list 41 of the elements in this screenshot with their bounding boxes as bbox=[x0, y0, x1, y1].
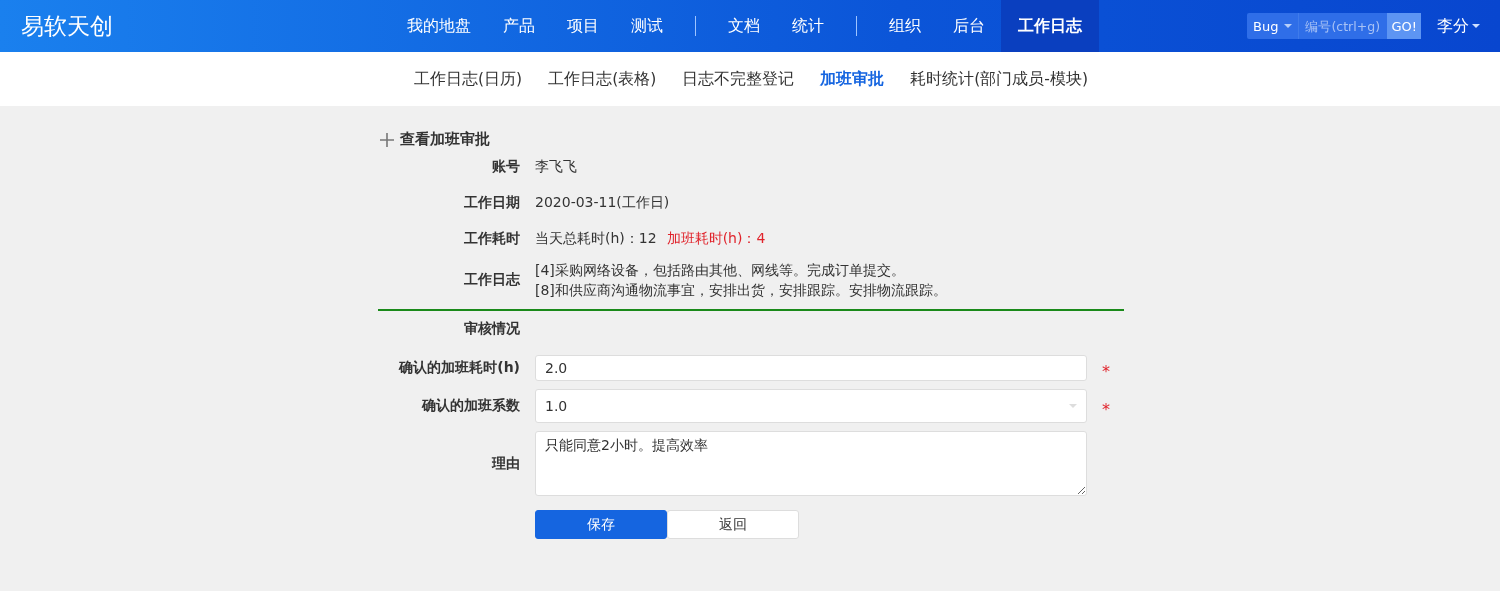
field-label: 确认的加班系数 bbox=[420, 397, 520, 415]
search-field[interactable]: 编号(ctrl+g) bbox=[1299, 13, 1388, 39]
subnav-tab[interactable]: 工作日志(日历) bbox=[414, 68, 523, 90]
subnav-tab[interactable]: 加班审批 bbox=[820, 68, 885, 90]
save-button[interactable]: 保存 bbox=[535, 510, 667, 539]
nav-tab[interactable]: 文档 bbox=[712, 0, 776, 52]
log-entry: [8]和供应商沟通物流事宜，安排出货，安排跟踪。安排物流跟踪。 bbox=[535, 281, 948, 300]
field-label: 理由 bbox=[490, 454, 520, 473]
input-field[interactable]: 2.0 bbox=[535, 355, 1087, 381]
field-label: 工作耗时 bbox=[463, 230, 520, 248]
nav-tab[interactable]: 产品 bbox=[487, 0, 551, 52]
required-mark: * bbox=[1102, 398, 1111, 419]
app-logo[interactable]: 易软天创 bbox=[21, 10, 391, 42]
reason-field[interactable]: 只能同意2小时。提高效率 bbox=[535, 431, 1087, 496]
required-mark: * bbox=[1102, 360, 1111, 381]
nav-tab[interactable]: 我的地盘 bbox=[391, 0, 487, 52]
type-dropdown[interactable]: Bug bbox=[1247, 13, 1300, 39]
nav-tab[interactable]: 测试 bbox=[615, 0, 679, 52]
log-entry: [4]采购网络设备，包括路由其他、网线等。完成订单提交。 bbox=[535, 261, 906, 280]
nav-tab[interactable]: 项目 bbox=[551, 0, 615, 52]
field-value: 当天总耗时(h)：12 bbox=[535, 230, 657, 246]
nav-tab[interactable]: 组织 bbox=[873, 0, 937, 52]
field-label: 确认的加班耗时(h) bbox=[397, 359, 520, 377]
subnav-tab[interactable]: 工作日志(表格) bbox=[548, 68, 657, 90]
nav-tab[interactable]: 工作日志 bbox=[1001, 0, 1099, 52]
field-label: 账号 bbox=[491, 158, 520, 176]
panel-title: 查看加班审批 bbox=[400, 130, 490, 149]
subnav-tab[interactable]: 日志不完整登记 bbox=[682, 68, 795, 90]
nav-tab[interactable]: 统计 bbox=[776, 0, 840, 52]
subnav-tab[interactable]: 耗时统计(部门成员-模块) bbox=[910, 68, 1088, 90]
field-label: 工作日期 bbox=[463, 194, 520, 212]
nav-tab[interactable]: 后台 bbox=[937, 0, 1001, 52]
back-button[interactable]: 返回 bbox=[667, 510, 799, 539]
select-field[interactable]: 1.0 bbox=[535, 389, 1087, 423]
section-title: 审核情况 bbox=[463, 320, 520, 338]
field-label: 工作日志 bbox=[463, 271, 520, 289]
user-menu[interactable]: 李分 bbox=[1437, 15, 1480, 37]
plus-icon[interactable] bbox=[380, 132, 394, 147]
overtime-value: 加班耗时(h)：4 bbox=[666, 230, 766, 246]
field-value: 2020-03-11(工作日) bbox=[535, 194, 670, 210]
field-value: 李飞飞 bbox=[535, 158, 577, 174]
